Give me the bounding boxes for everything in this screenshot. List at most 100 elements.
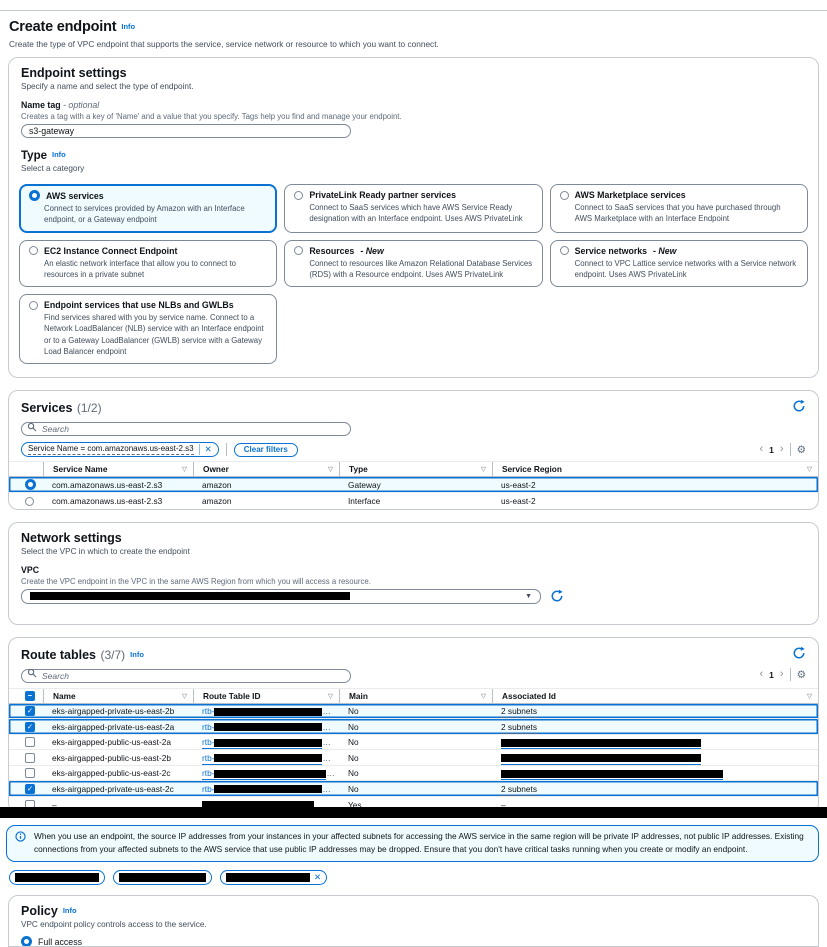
search-icon [27, 422, 37, 432]
type-option-description: Connect to SaaS services that you have p… [575, 202, 798, 225]
vpc-description: Create the VPC endpoint in the VPC in th… [21, 577, 806, 586]
service-name-cell: com.amazonaws.us-east-2.s3 [43, 478, 193, 492]
endpoint-info-alert: When you use an endpoint, the source IP … [6, 825, 819, 862]
checkbox[interactable] [25, 737, 35, 747]
radio-icon[interactable] [29, 301, 38, 310]
page-info-link[interactable]: Info [121, 22, 135, 31]
gear-icon[interactable]: ⚙ [797, 445, 806, 456]
table-row[interactable]: ✓ eks-airgapped-private-us-east-2b rtb-…… [9, 704, 818, 720]
search-icon [27, 668, 37, 678]
checkbox[interactable] [25, 768, 35, 778]
radio-icon[interactable] [560, 191, 569, 200]
page-title: Create endpoint [9, 19, 116, 35]
sort-icon: ▽ [481, 692, 486, 700]
table-row[interactable]: eks-airgapped-public-us-east-2a rtb-… No [9, 735, 818, 751]
type-option-resources[interactable]: Resources - New Connect to resources lik… [284, 240, 542, 288]
column-header-type[interactable]: Type▽ [339, 462, 492, 476]
services-table: Service Name▽ Owner▽ Type▽ Service Regio… [9, 461, 818, 509]
column-header-name[interactable]: Name▽ [43, 689, 193, 703]
route-tables-info-link[interactable]: Info [130, 650, 144, 659]
table-row[interactable]: com.amazonaws.us-east-2.s3 amazon Gatewa… [9, 477, 818, 493]
next-page-icon[interactable]: › [780, 444, 784, 455]
refresh-icon[interactable] [550, 589, 564, 603]
name-tag-input[interactable] [21, 124, 351, 138]
type-option-aws-services[interactable]: AWS services Connect to services provide… [19, 184, 277, 233]
radio-icon[interactable] [25, 497, 34, 506]
service-filter-chip: Service Name = com.amazonaws.us-east-2.s… [21, 442, 219, 457]
route-table-id-link[interactable]: rtb- [202, 753, 322, 765]
radio-icon[interactable] [25, 479, 36, 490]
radio-icon[interactable] [29, 246, 38, 255]
route-table-id-link[interactable]: rtb- [202, 706, 322, 718]
radio-icon[interactable] [29, 190, 40, 201]
sort-icon: ▽ [328, 465, 333, 473]
main-cell: No [339, 782, 492, 796]
associated-id-link[interactable] [501, 753, 701, 765]
radio-icon[interactable] [21, 936, 32, 947]
table-row[interactable]: eks-airgapped-public-us-east-2c rtb-… No [9, 766, 818, 782]
column-header-associated-id[interactable]: Associated Id▽ [492, 689, 818, 703]
clear-filters-button[interactable]: Clear filters [234, 443, 298, 457]
table-row[interactable]: eks-airgapped-public-us-east-2b rtb-… No [9, 750, 818, 766]
prev-page-icon[interactable]: ‹ [760, 669, 764, 680]
subnet-chip [113, 870, 212, 885]
owner-cell: amazon [193, 494, 339, 508]
vpc-select[interactable]: ▼ [21, 589, 541, 604]
associated-subnets-link[interactable]: 2 subnets [501, 722, 537, 734]
route-table-id-link[interactable]: rtb- [202, 768, 326, 780]
table-row[interactable]: ✓ eks-airgapped-private-us-east-2c rtb-…… [9, 781, 818, 797]
checkbox[interactable] [25, 753, 35, 763]
sort-icon: ▽ [182, 692, 187, 700]
checkbox[interactable]: ✓ [25, 722, 35, 732]
column-header-main[interactable]: Main▽ [339, 689, 492, 703]
main-cell: No [339, 751, 492, 765]
radio-icon[interactable] [294, 191, 303, 200]
associated-subnets-link[interactable]: 2 subnets [501, 706, 537, 718]
policy-info-link[interactable]: Info [63, 906, 77, 915]
gear-icon[interactable]: ⚙ [797, 670, 806, 681]
prev-page-icon[interactable]: ‹ [760, 444, 764, 455]
table-row[interactable]: ✓ eks-airgapped-private-us-east-2a rtb-…… [9, 719, 818, 735]
type-option-marketplace[interactable]: AWS Marketplace services Connect to SaaS… [550, 184, 808, 233]
column-header-owner[interactable]: Owner▽ [193, 462, 339, 476]
route-table-id-link[interactable]: rtb- [202, 722, 322, 734]
redacted-vpc-value [30, 592, 350, 600]
redacted-subnet-value [15, 873, 99, 882]
column-header-route-table-id[interactable]: Route Table ID▽ [193, 689, 339, 703]
services-search-input[interactable] [21, 422, 351, 436]
refresh-icon[interactable] [792, 399, 806, 413]
checkbox[interactable]: ✓ [25, 784, 35, 794]
route-tables-card: Route tables (3/7)Info ‹ 1 › ⚙ − Name▽ R… [8, 637, 819, 814]
route-table-id-link[interactable]: rtb- [202, 784, 322, 796]
radio-icon[interactable] [560, 246, 569, 255]
column-header-service-region[interactable]: Service Region▽ [492, 462, 818, 476]
type-option-service-networks[interactable]: Service networks - New Connect to VPC La… [550, 240, 808, 288]
name-tag-label: Name tag - optional [21, 100, 806, 110]
type-option-label: PrivateLink Ready partner services [309, 190, 456, 200]
page-number[interactable]: 1 [769, 445, 774, 455]
route-tables-title: Route tables [21, 648, 96, 662]
owner-cell: amazon [193, 478, 339, 492]
sort-icon: ▽ [328, 692, 333, 700]
next-page-icon[interactable]: › [780, 669, 784, 680]
close-icon[interactable]: ✕ [205, 444, 212, 455]
associated-id-link[interactable] [501, 768, 723, 780]
table-row[interactable]: com.amazonaws.us-east-2.s3 amazon Interf… [9, 493, 818, 509]
type-option-nlb-gwlb-services[interactable]: Endpoint services that use NLBs and GWLB… [19, 294, 277, 364]
type-info-link[interactable]: Info [52, 150, 66, 159]
type-option-ec2-instance-connect[interactable]: EC2 Instance Connect Endpoint An elastic… [19, 240, 277, 288]
page-number[interactable]: 1 [769, 670, 774, 680]
column-header-service-name[interactable]: Service Name▽ [43, 462, 193, 476]
type-option-label: Endpoint services that use NLBs and GWLB… [44, 300, 234, 310]
close-icon[interactable]: ✕ [314, 872, 321, 883]
radio-icon[interactable] [294, 246, 303, 255]
checkbox[interactable]: ✓ [25, 706, 35, 716]
services-card: Services (1/2) Service Name = com.amazon… [8, 390, 819, 510]
type-option-privatelink-partner[interactable]: PrivateLink Ready partner services Conne… [284, 184, 542, 233]
associated-id-link[interactable] [501, 737, 701, 749]
associated-subnets-link[interactable]: 2 subnets [501, 784, 537, 796]
route-table-id-link[interactable]: rtb- [202, 737, 322, 749]
select-all-checkbox[interactable]: − [25, 691, 35, 701]
refresh-icon[interactable] [792, 646, 806, 660]
route-tables-search-input[interactable] [21, 669, 351, 683]
